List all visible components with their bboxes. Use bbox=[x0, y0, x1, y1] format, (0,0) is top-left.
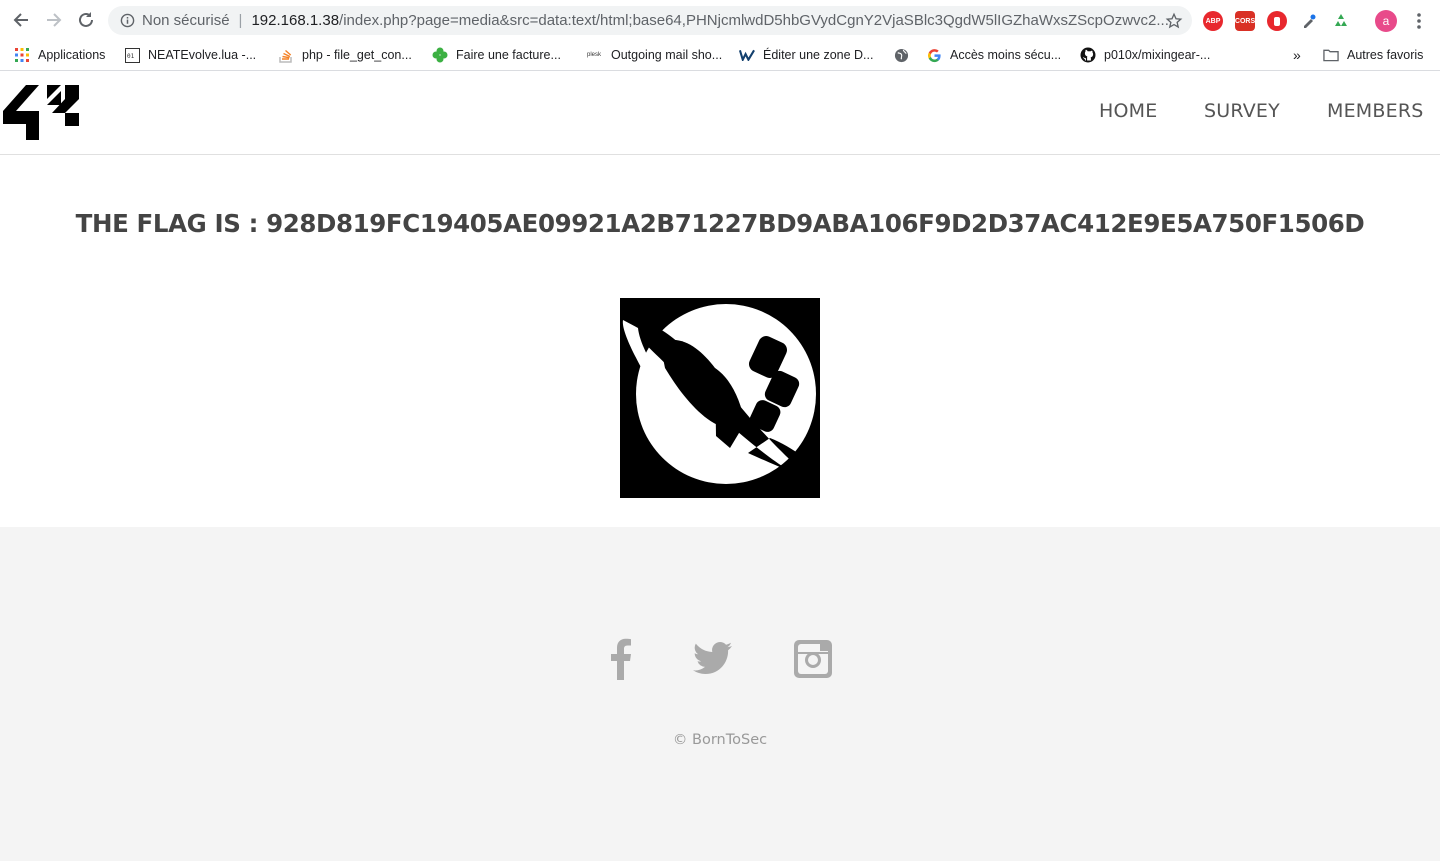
nav-survey[interactable]: SURVEY bbox=[1204, 100, 1280, 122]
bookmark-outgoing-mail[interactable]: plesk Outgoing mail sho... bbox=[585, 45, 722, 65]
web-page: HOME SURVEY MEMBERS THE FLAG IS : 928D81… bbox=[0, 72, 1440, 861]
bookmark-label: Outgoing mail sho... bbox=[611, 48, 723, 62]
apps-grid-icon bbox=[14, 47, 30, 63]
twitter-icon[interactable] bbox=[691, 637, 735, 681]
github-icon bbox=[1080, 47, 1096, 63]
hitchhiker-guide-media-image bbox=[620, 298, 820, 498]
clover-icon bbox=[432, 47, 448, 63]
back-arrow-icon bbox=[13, 13, 28, 27]
stackoverflow-icon bbox=[278, 47, 294, 63]
adblock-extension-icon[interactable]: ABP bbox=[1203, 11, 1223, 31]
bookmark-label: Applications bbox=[38, 48, 106, 62]
hand-stop-extension-icon[interactable] bbox=[1267, 11, 1287, 31]
site-footer: © BornToSec bbox=[0, 527, 1440, 861]
eyedropper-extension-icon[interactable] bbox=[1299, 11, 1319, 31]
svg-text:01: 01 bbox=[127, 53, 135, 60]
bookmark-star-icon[interactable] bbox=[1165, 12, 1183, 30]
url-path[interactable]: /index.php?page=media&src=data:text/html… bbox=[339, 12, 1169, 29]
bookmark-mixingear[interactable]: p010x/mixingear-... bbox=[1080, 45, 1210, 65]
bookmark-neatevolve[interactable]: 01 NEATEvolve.lua -... bbox=[124, 45, 256, 65]
bookmark-applications[interactable]: Applications bbox=[14, 45, 105, 65]
plesk-icon: plesk bbox=[586, 52, 601, 58]
bookmark-label: p010x/mixingear-... bbox=[1104, 48, 1211, 62]
bookmark-faire-une-facture[interactable]: Faire une facture... bbox=[432, 45, 561, 65]
globe-icon bbox=[893, 47, 909, 63]
other-bookmarks-folder[interactable]: Autres favoris bbox=[1323, 45, 1423, 65]
security-separator: | bbox=[238, 12, 243, 29]
bookmark-label: NEATEvolve.lua -... bbox=[148, 48, 257, 62]
cors-extension-icon[interactable]: CORS bbox=[1235, 11, 1255, 31]
bookmark-label: Accès moins sécu... bbox=[950, 48, 1062, 62]
folder-icon bbox=[1323, 47, 1339, 63]
back-button[interactable] bbox=[10, 9, 32, 31]
reload-button[interactable] bbox=[75, 9, 97, 31]
bookmark-globe[interactable] bbox=[893, 45, 917, 65]
instagram-icon[interactable] bbox=[791, 637, 835, 681]
nav-members[interactable]: MEMBERS bbox=[1327, 100, 1424, 122]
bookmark-editer-zone[interactable]: Éditer une zone D... bbox=[739, 45, 873, 65]
recycle-extension-icon[interactable] bbox=[1331, 11, 1351, 31]
copyright-text: © BornToSec bbox=[672, 732, 768, 748]
code-icon: 01 bbox=[124, 47, 140, 63]
profile-avatar[interactable]: a bbox=[1375, 10, 1397, 32]
menu-kebab-icon[interactable] bbox=[1409, 11, 1429, 31]
nav-home[interactable]: HOME bbox=[1099, 100, 1157, 122]
google-icon bbox=[926, 47, 942, 63]
info-icon[interactable] bbox=[119, 13, 135, 29]
42-logo[interactable] bbox=[3, 85, 81, 141]
browser-toolbar: Non sécurisé | 192.168.1.38/index.php?pa… bbox=[0, 0, 1440, 41]
forward-button[interactable] bbox=[43, 9, 65, 31]
bookmarks-bar: Applications 01 NEATEvolve.lua -... php … bbox=[0, 41, 1440, 71]
bookmark-acces-moins-securise[interactable]: Accès moins sécu... bbox=[926, 45, 1061, 65]
other-bookmarks-label: Autres favoris bbox=[1347, 48, 1424, 62]
ovh-icon bbox=[739, 47, 755, 63]
flag-heading: THE FLAG IS : 928D819FC19405AE09921A2B71… bbox=[75, 209, 1365, 238]
facebook-icon[interactable] bbox=[598, 637, 642, 681]
bookmark-label: Éditer une zone D... bbox=[763, 48, 874, 62]
site-header: HOME SURVEY MEMBERS bbox=[0, 72, 1440, 155]
url-host[interactable]: 192.168.1.38 bbox=[251, 12, 339, 29]
bookmark-php-file-get-contents[interactable]: php - file_get_con... bbox=[278, 45, 412, 65]
security-label[interactable]: Non sécurisé bbox=[142, 12, 230, 29]
forward-arrow-icon bbox=[47, 13, 62, 27]
bookmark-label: php - file_get_con... bbox=[302, 48, 412, 62]
bookmark-label: Faire une facture... bbox=[456, 48, 561, 62]
reload-icon bbox=[79, 12, 93, 27]
address-bar[interactable]: Non sécurisé | 192.168.1.38/index.php?pa… bbox=[108, 6, 1192, 35]
bookmarks-overflow-button[interactable]: » bbox=[1293, 45, 1301, 65]
